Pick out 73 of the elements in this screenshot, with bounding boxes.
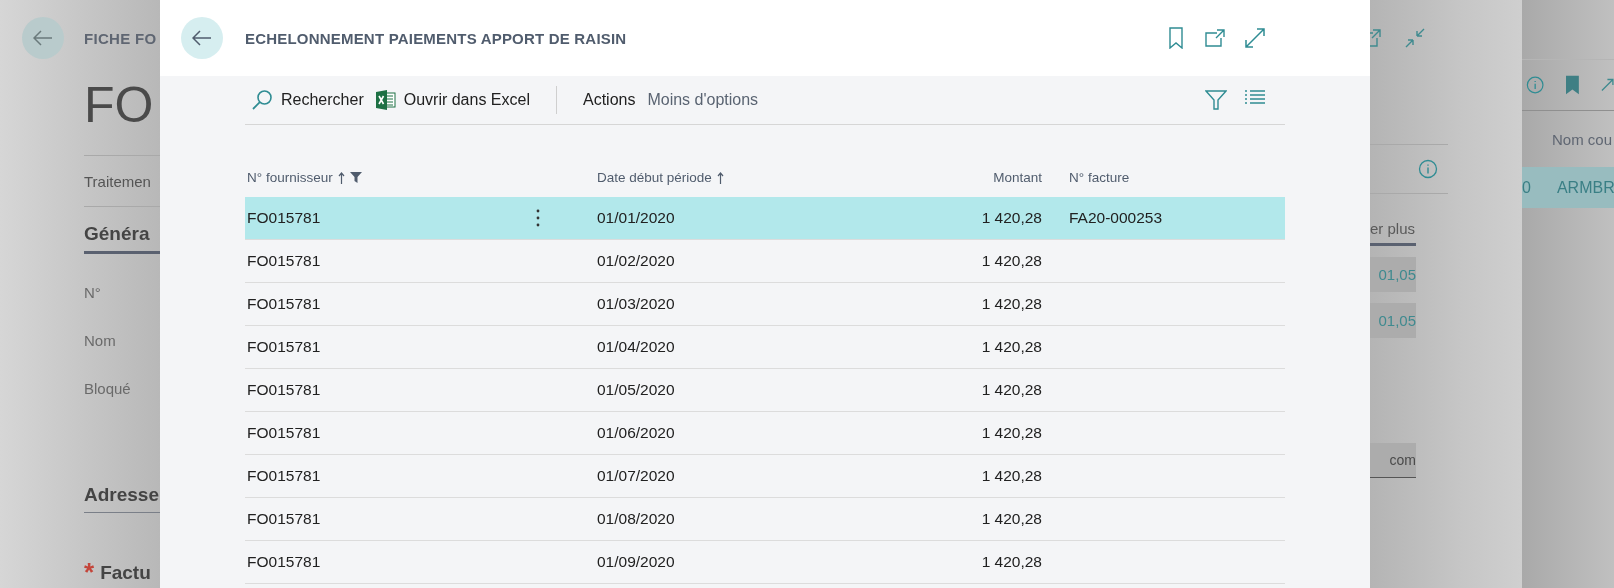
- table-cell: 01/06/2020: [597, 424, 675, 442]
- table-cell: 01/04/2020: [597, 338, 675, 356]
- table-cell: 01/09/2020: [597, 553, 675, 571]
- info-icon[interactable]: [1418, 159, 1438, 179]
- search-icon: [251, 89, 273, 111]
- table-cell: 01/08/2020: [597, 510, 675, 528]
- show-more-link[interactable]: er plus: [1370, 194, 1416, 243]
- table-cell: 01/05/2020: [597, 381, 675, 399]
- field-value: 01,05: [1370, 257, 1416, 292]
- back-button[interactable]: [22, 17, 64, 59]
- filter-icon[interactable]: [1205, 89, 1227, 111]
- table-cell: 0: [1522, 178, 1531, 197]
- table-cell: ARMBR: [1556, 178, 1614, 197]
- table-cell: 1 420,28: [981, 467, 1042, 485]
- filter-icon: [349, 172, 362, 183]
- table-cell: FO015781: [247, 553, 321, 571]
- table-cell: 01/01/2020: [597, 209, 675, 227]
- column-header[interactable]: N° facture: [1069, 170, 1130, 185]
- collapse-icon[interactable]: [1404, 27, 1426, 49]
- table-cell: 01/03/2020: [597, 295, 675, 313]
- expand-icon[interactable]: [1244, 27, 1266, 49]
- field-label: Bloqué: [84, 380, 131, 397]
- sort-ascending-icon: [337, 171, 345, 184]
- sort-ascending-icon: [716, 171, 724, 184]
- less-options-button[interactable]: Moins d'options: [641, 87, 765, 113]
- table-cell: FO015781: [247, 510, 321, 528]
- table-cell: FO015781: [247, 209, 321, 227]
- section-heading[interactable]: Généra: [84, 207, 150, 251]
- column-header[interactable]: Nom cou: [1552, 130, 1613, 148]
- email-field[interactable]: com: [1370, 443, 1416, 478]
- table-cell: FO015781: [247, 252, 321, 270]
- table-cell: 1 420,28: [981, 381, 1042, 399]
- required-mark: *: [84, 557, 95, 588]
- table-cell: 1 420,28: [981, 209, 1042, 227]
- table-cell: FO015781: [247, 424, 321, 442]
- open-in-excel-button[interactable]: Ouvrir dans Excel: [369, 86, 536, 114]
- table-cell: 1 420,28: [981, 252, 1042, 270]
- action-tab[interactable]: Traitemen: [84, 156, 160, 206]
- column-header[interactable]: Date début période: [597, 170, 712, 185]
- bookmark-icon[interactable]: [1166, 27, 1186, 49]
- search-button[interactable]: Rechercher: [245, 85, 370, 115]
- table-cell: 01/07/2020: [597, 467, 675, 485]
- column-header[interactable]: Montant: [993, 170, 1042, 185]
- table-cell: 1 420,28: [981, 553, 1042, 571]
- more-options-icon[interactable]: [536, 209, 540, 227]
- page-title: FICHE FO: [84, 29, 157, 47]
- table-cell: 1 420,28: [981, 424, 1042, 442]
- section-heading[interactable]: Adresse: [84, 468, 159, 512]
- field-label: N°: [84, 284, 101, 301]
- back-arrow-icon: [192, 30, 212, 46]
- field-label: Nom: [84, 332, 116, 349]
- table-cell: 1 420,28: [981, 338, 1042, 356]
- table-cell: FO015781: [247, 295, 321, 313]
- record-heading: FO: [84, 76, 154, 135]
- table-cell: FO015781: [247, 467, 321, 485]
- field-label: Factu: [100, 561, 151, 584]
- column-header[interactable]: N° fournisseur: [247, 170, 333, 185]
- table-cell: FO015781: [247, 338, 321, 356]
- dialog-title: ECHELONNEMENT PAIEMENTS APPORT DE RAISIN: [245, 29, 627, 47]
- expand-icon[interactable]: [1601, 78, 1614, 92]
- back-arrow-icon: [33, 30, 53, 46]
- field-value: 01,05: [1370, 303, 1416, 338]
- table-cell: 1 420,28: [981, 295, 1042, 313]
- pop-out-icon[interactable]: [1204, 27, 1226, 49]
- spreadsheet-icon: [375, 90, 396, 110]
- bookmark-icon[interactable]: [1566, 75, 1580, 95]
- table-cell: 1 420,28: [981, 510, 1042, 528]
- info-icon[interactable]: [1526, 75, 1545, 95]
- table-cell: FO015781: [247, 381, 321, 399]
- table-cell: FA20-000253: [1069, 209, 1163, 227]
- back-button[interactable]: [181, 17, 223, 59]
- actions-menu[interactable]: Actions: [576, 87, 642, 113]
- table-cell: 01/02/2020: [597, 252, 675, 270]
